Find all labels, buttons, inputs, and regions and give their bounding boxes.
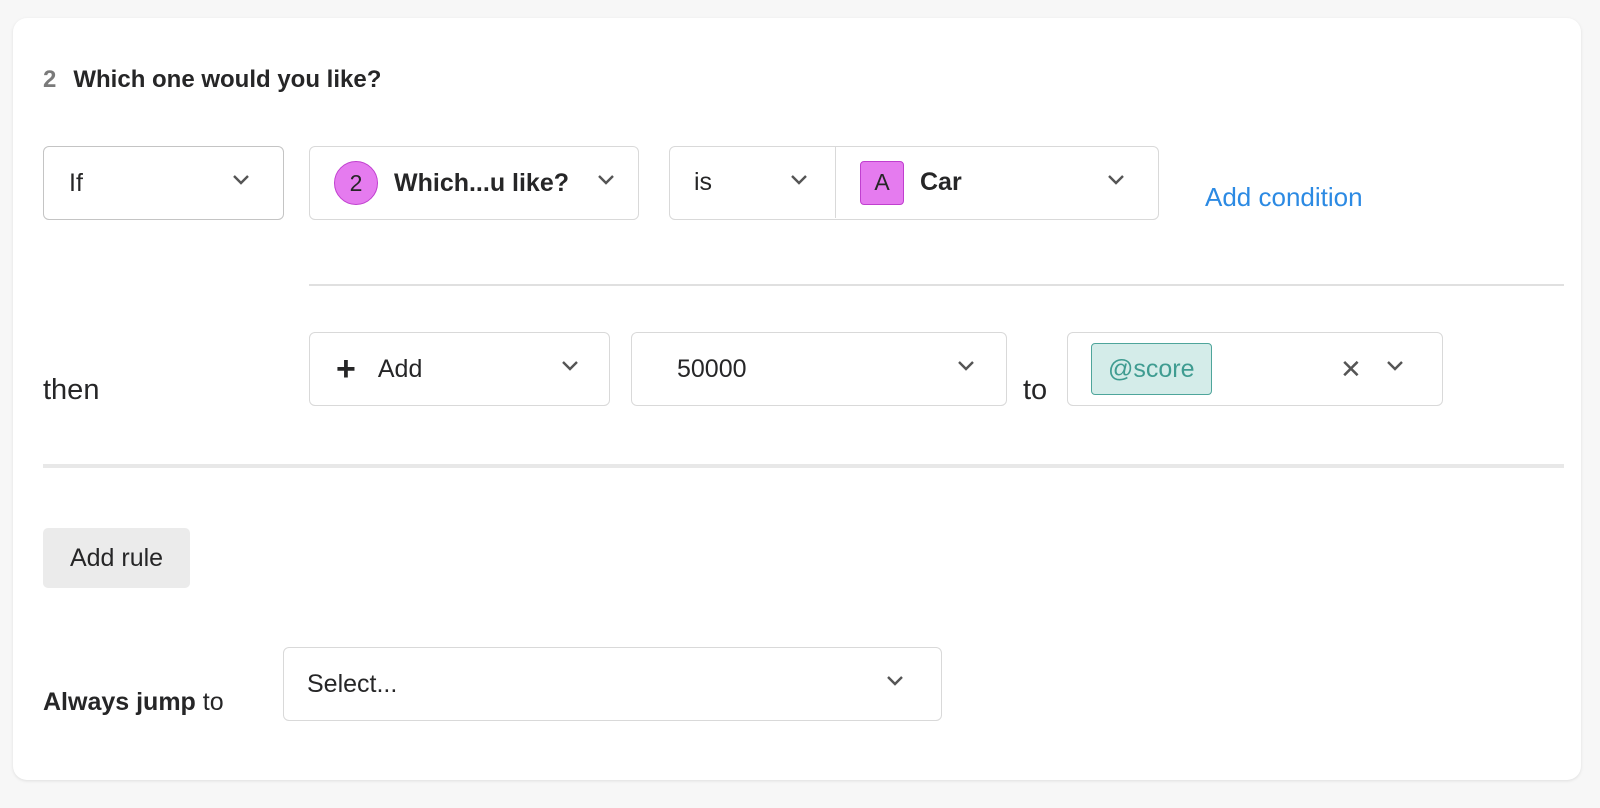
- chevron-down-icon: [597, 174, 615, 186]
- chevron-down-icon: [1107, 174, 1125, 186]
- divider: [309, 284, 1564, 286]
- chevron-down-icon: [561, 360, 579, 372]
- condition-field-select[interactable]: 2 Which...u like?: [309, 146, 639, 220]
- always-jump-select[interactable]: Select...: [283, 647, 942, 721]
- question-number: 2: [43, 66, 57, 93]
- question-header: 2 Which one would you like?: [43, 66, 381, 94]
- if-select[interactable]: If: [43, 146, 284, 220]
- variable-tag: @score: [1091, 343, 1212, 395]
- amount-select[interactable]: 50000: [631, 332, 1007, 406]
- question-title: Which one would you like?: [73, 66, 382, 93]
- rules-divider: [43, 464, 1564, 468]
- plus-icon: +: [336, 350, 356, 388]
- action-type-select[interactable]: + Add: [309, 332, 610, 406]
- condition-value-label: Car: [920, 168, 962, 196]
- add-rule-button[interactable]: Add rule: [43, 528, 190, 588]
- chevron-down-icon: [232, 174, 250, 186]
- to-label: to: [1023, 374, 1048, 406]
- clear-icon[interactable]: ✕: [1340, 356, 1362, 382]
- always-jump-label-bold: Always jump: [43, 688, 196, 716]
- chevron-down-icon: [1386, 360, 1404, 372]
- chevron-down-icon: [886, 675, 904, 687]
- chevron-down-icon: [957, 360, 975, 372]
- variable-select[interactable]: @score ✕: [1067, 332, 1443, 406]
- condition-operator-value-group: is A Car: [669, 146, 1159, 220]
- condition-operator-label: is: [694, 168, 713, 196]
- condition-value-select[interactable]: A Car: [836, 147, 1157, 218]
- if-select-label: If: [69, 168, 83, 197]
- add-condition-link[interactable]: Add condition: [1205, 182, 1363, 213]
- always-jump-placeholder: Select...: [307, 669, 398, 698]
- condition-field-label: Which...u like?: [394, 168, 570, 197]
- chevron-down-icon: [790, 174, 808, 186]
- always-jump-label: Always jump to: [43, 688, 224, 717]
- condition-operator-select[interactable]: is: [670, 147, 836, 218]
- question-number-badge: 2: [334, 161, 378, 205]
- then-label: then: [43, 374, 100, 406]
- choice-letter-badge: A: [860, 160, 904, 205]
- amount-value: 50000: [677, 354, 747, 383]
- always-jump-label-rest: to: [202, 688, 224, 716]
- action-type-label: Add: [377, 354, 423, 383]
- logic-rule-card: 2 Which one would you like? If 2 Which..…: [13, 18, 1581, 780]
